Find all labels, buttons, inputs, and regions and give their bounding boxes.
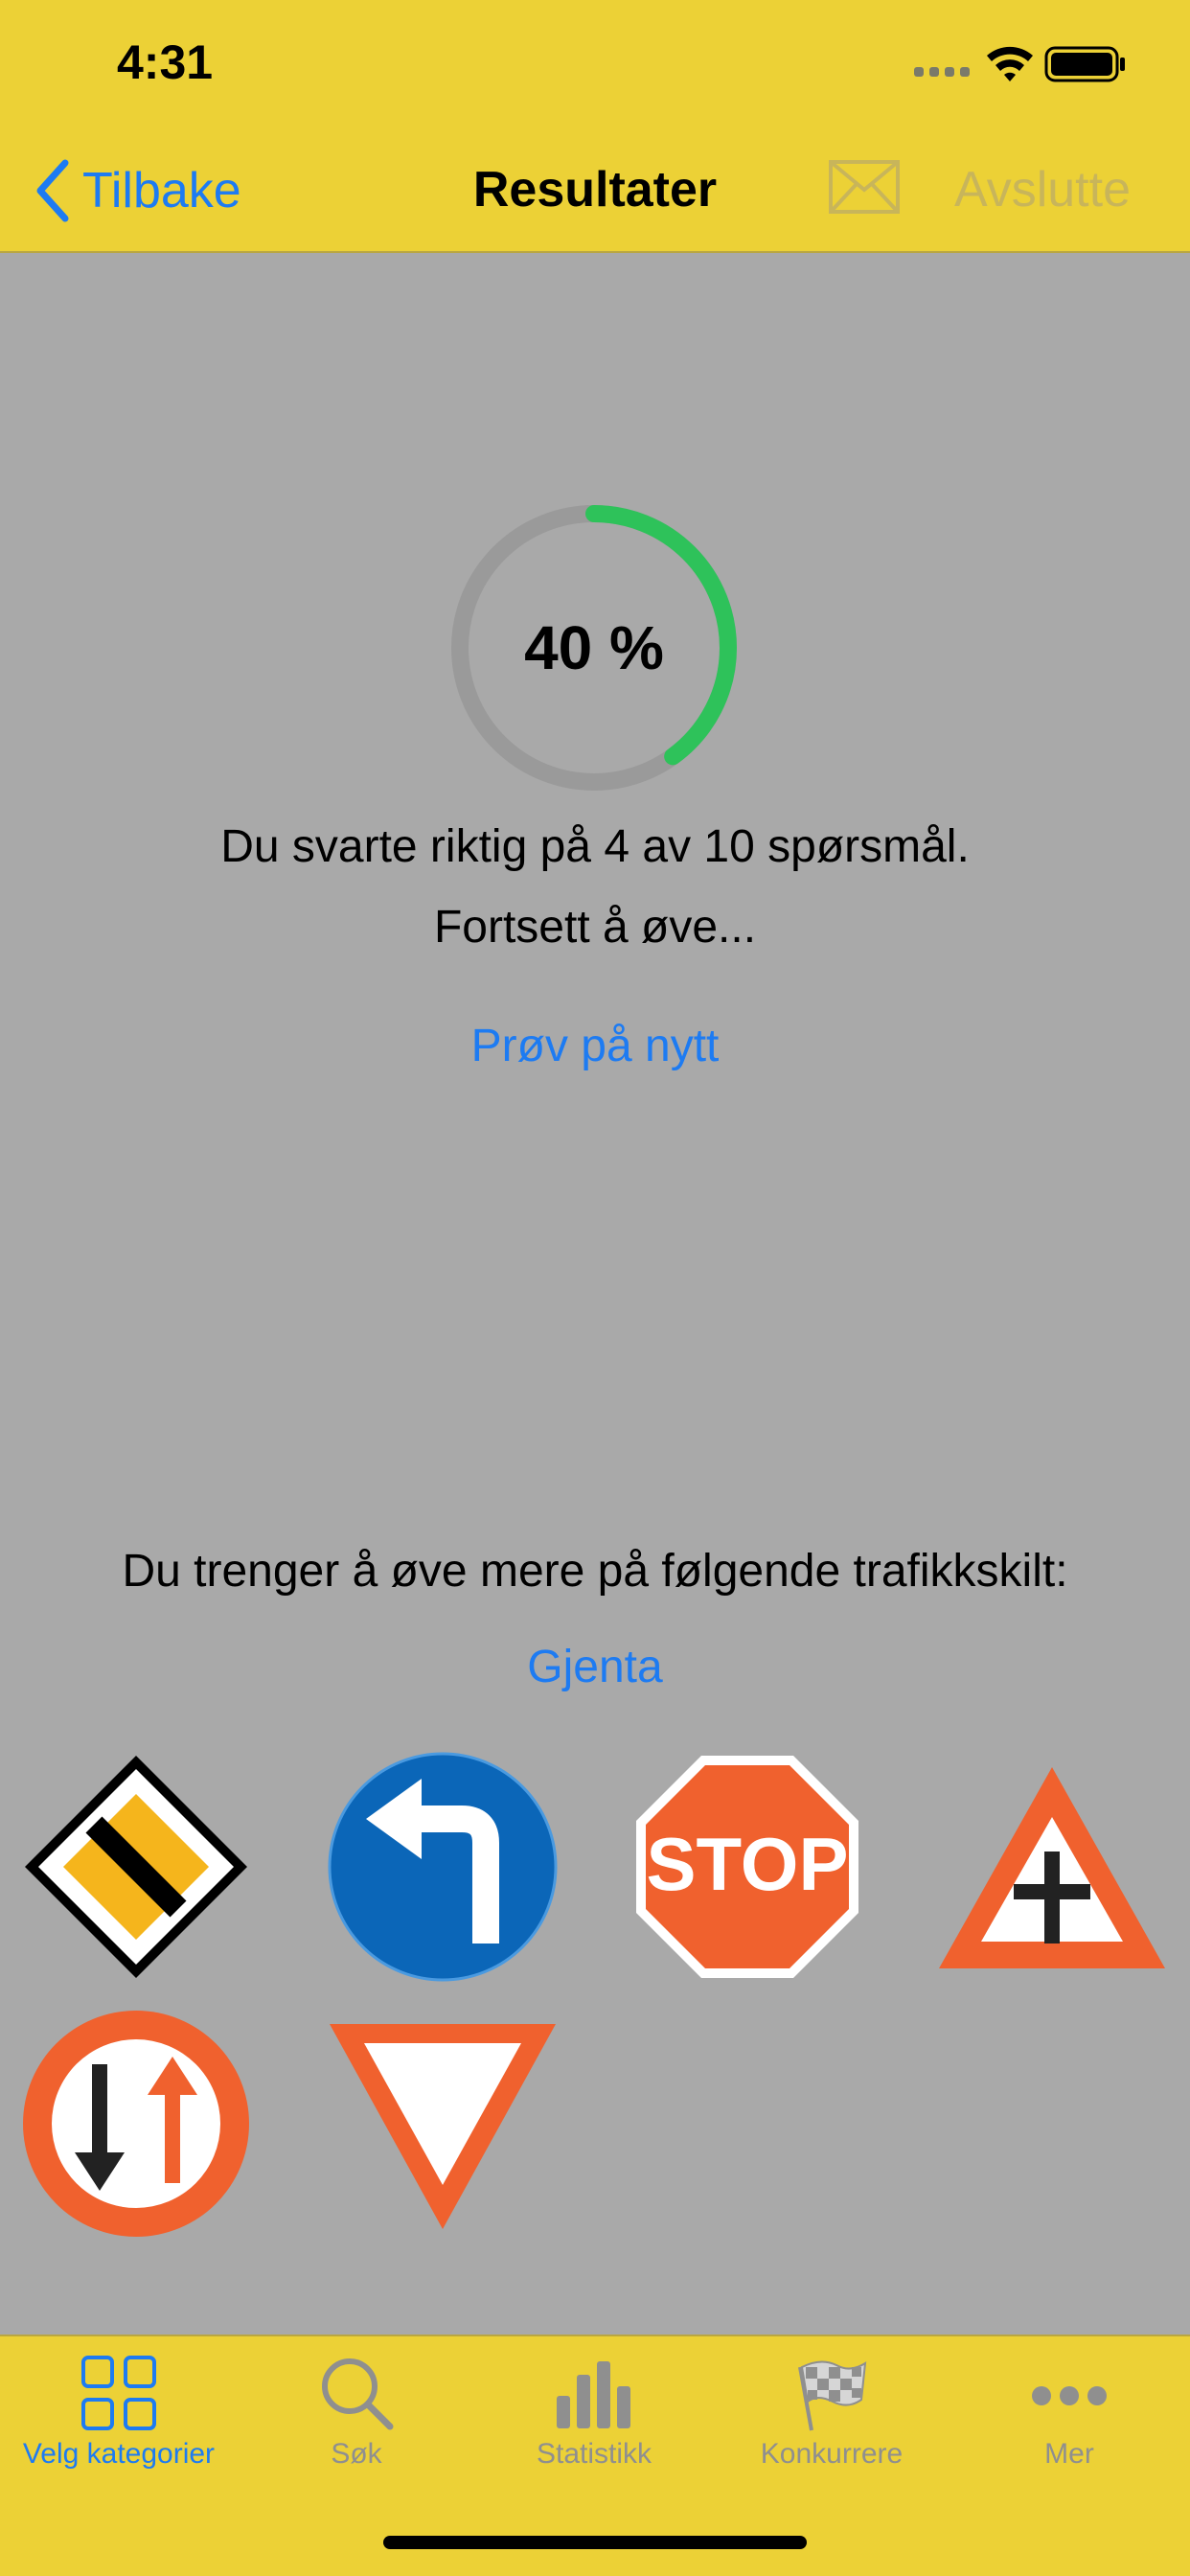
- repeat-link[interactable]: Gjenta: [0, 1641, 1190, 1693]
- back-button[interactable]: Tilbake: [34, 157, 241, 224]
- oncoming-priority-sign-icon[interactable]: [21, 2009, 251, 2239]
- tab-label: Statistikk: [536, 2438, 652, 2470]
- tab-konkurrere[interactable]: Konkurrere: [713, 2354, 950, 2471]
- wifi-icon: [987, 46, 1033, 81]
- more-icon: [1032, 2386, 1107, 2405]
- crossroad-sign-icon[interactable]: [939, 1767, 1165, 1968]
- result-summary: Du svarte riktig på 4 av 10 spørsmål.: [220, 821, 970, 872]
- home-indicator: [383, 2536, 807, 2549]
- tab-statistikk[interactable]: Statistikk: [475, 2354, 713, 2471]
- tab-velg-kategorier[interactable]: Velg kategorier: [0, 2354, 238, 2471]
- back-label: Tilbake: [82, 163, 241, 218]
- stop-sign-icon[interactable]: STOP: [632, 1752, 862, 1982]
- cellular-signal-icon: [914, 67, 970, 77]
- chevron-left-icon: [36, 159, 69, 222]
- exit-button[interactable]: Avslutte: [954, 161, 1131, 218]
- score-percent: 40 %: [524, 613, 664, 682]
- priority-road-sign-icon[interactable]: [21, 1752, 251, 1982]
- tab-label: Velg kategorier: [22, 2438, 216, 2470]
- tab-label: Konkurrere: [760, 2438, 904, 2470]
- practice-heading: Du trenger å øve mere på følgende trafik…: [122, 1546, 1068, 1597]
- result-encouragement: Fortsett å øve...: [433, 902, 757, 953]
- status-icons: [914, 42, 1127, 89]
- search-icon: [322, 2358, 394, 2430]
- bar-chart-icon: [557, 2361, 630, 2428]
- status-time: 4:31: [117, 35, 214, 89]
- tab-mer[interactable]: Mer: [950, 2354, 1188, 2471]
- tab-label: Søk: [331, 2438, 382, 2470]
- grid-icon: [81, 2356, 156, 2430]
- tab-label: Mer: [1044, 2438, 1094, 2470]
- navigation-bar: 4:31 Tilbake Resultater Avslutte: [0, 0, 1190, 253]
- stop-sign-text: STOP: [647, 1822, 849, 1906]
- turn-left-sign-icon[interactable]: [328, 1752, 558, 1982]
- yield-sign-icon[interactable]: [328, 2022, 558, 2231]
- retry-link[interactable]: Prøv på nytt: [0, 1020, 1190, 1072]
- mail-icon[interactable]: [828, 159, 901, 215]
- tab-sok[interactable]: Søk: [238, 2354, 475, 2471]
- battery-icon: [1044, 46, 1125, 82]
- checkered-flag-icon: [798, 2360, 867, 2431]
